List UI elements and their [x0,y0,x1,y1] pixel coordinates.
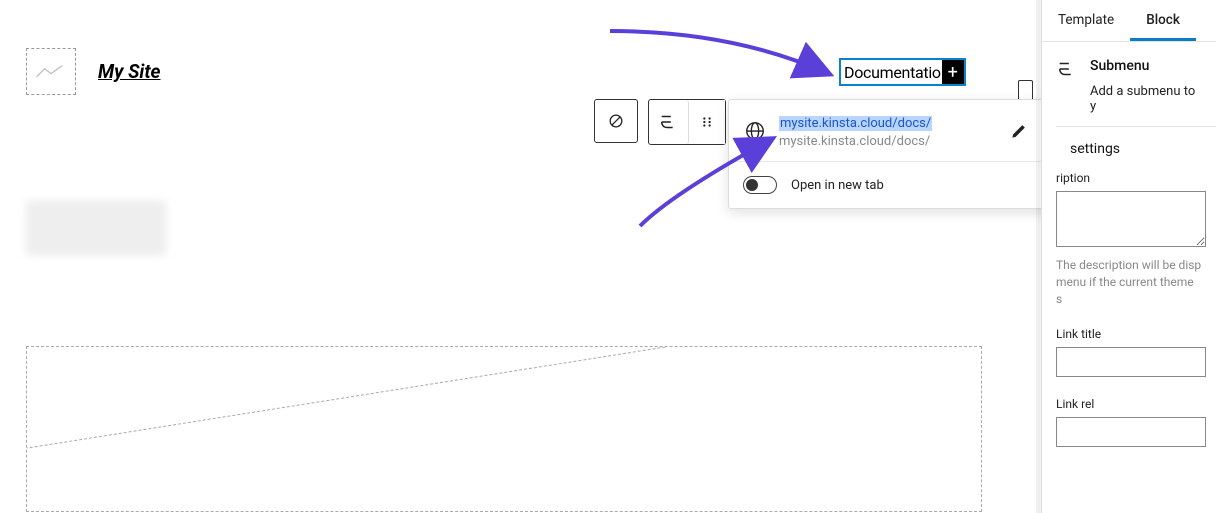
blurred-region [26,200,166,256]
submenu-icon [658,111,680,133]
toolbar-drag-handle[interactable] [689,100,725,144]
plus-icon: + [948,62,958,83]
no-symbol-icon [606,111,626,131]
description-field-label: ription [1056,165,1216,191]
block-title: Submenu [1090,58,1149,74]
submenu-icon [1056,58,1078,80]
settings-sidebar: Template Block Submenu Add a submenu to … [1041,0,1216,513]
tab-block[interactable]: Block [1130,0,1196,41]
link-info: mysite.kinsta.cloud/docs/ mysite.kinsta.… [779,112,997,149]
link-popover: mysite.kinsta.cloud/docs/ mysite.kinsta.… [728,99,1084,209]
toolbar-submenu-button[interactable] [649,100,689,144]
settings-heading: settings [1056,127,1216,165]
block-header: Submenu [1042,42,1216,88]
link-path: mysite.kinsta.cloud/docs/ [779,134,997,149]
description-hint: The description will be disp menu if the… [1056,251,1216,321]
toggle-knob [746,179,758,191]
annotation-arrow-1 [602,23,837,83]
sidebar-tabs: Template Block [1042,0,1216,42]
toolbar-block-type-button[interactable] [594,99,638,143]
description-textarea[interactable] [1056,191,1206,247]
link-rel-label: Link rel [1056,391,1216,417]
adjacent-placeholder [1018,80,1033,100]
pencil-icon [1009,121,1029,141]
toolbar-submenu-group [648,99,726,145]
site-logo-placeholder[interactable] [26,48,76,95]
nav-item-documentation[interactable]: Documentatio + [839,58,966,86]
site-title[interactable]: My Site [98,60,161,83]
open-new-tab-label: Open in new tab [791,178,884,193]
add-block-button[interactable]: + [942,60,964,84]
link-title-input[interactable] [1056,347,1206,377]
link-title-label: Link title [1056,321,1216,347]
nav-item-label: Documentatio [844,63,941,82]
open-new-tab-toggle[interactable] [743,176,777,194]
link-row: mysite.kinsta.cloud/docs/ mysite.kinsta.… [729,100,1083,162]
content-placeholder[interactable] [26,346,982,512]
sidebar-scrollbar[interactable] [1036,0,1042,513]
edit-link-button[interactable] [1007,119,1031,143]
drag-handle-icon [700,115,714,129]
block-description: Add a submenu to y [1042,84,1216,126]
link-url[interactable]: mysite.kinsta.cloud/docs/ [779,116,932,131]
globe-icon [743,119,767,143]
open-new-tab-row: Open in new tab [729,162,1083,208]
chart-placeholder-icon [35,60,67,84]
editor-canvas[interactable]: My Site Documentatio + mysite.kinsta.clo… [0,0,1037,513]
tab-template[interactable]: Template [1042,0,1130,41]
block-toolbar [594,99,726,145]
link-rel-input[interactable] [1056,417,1206,447]
